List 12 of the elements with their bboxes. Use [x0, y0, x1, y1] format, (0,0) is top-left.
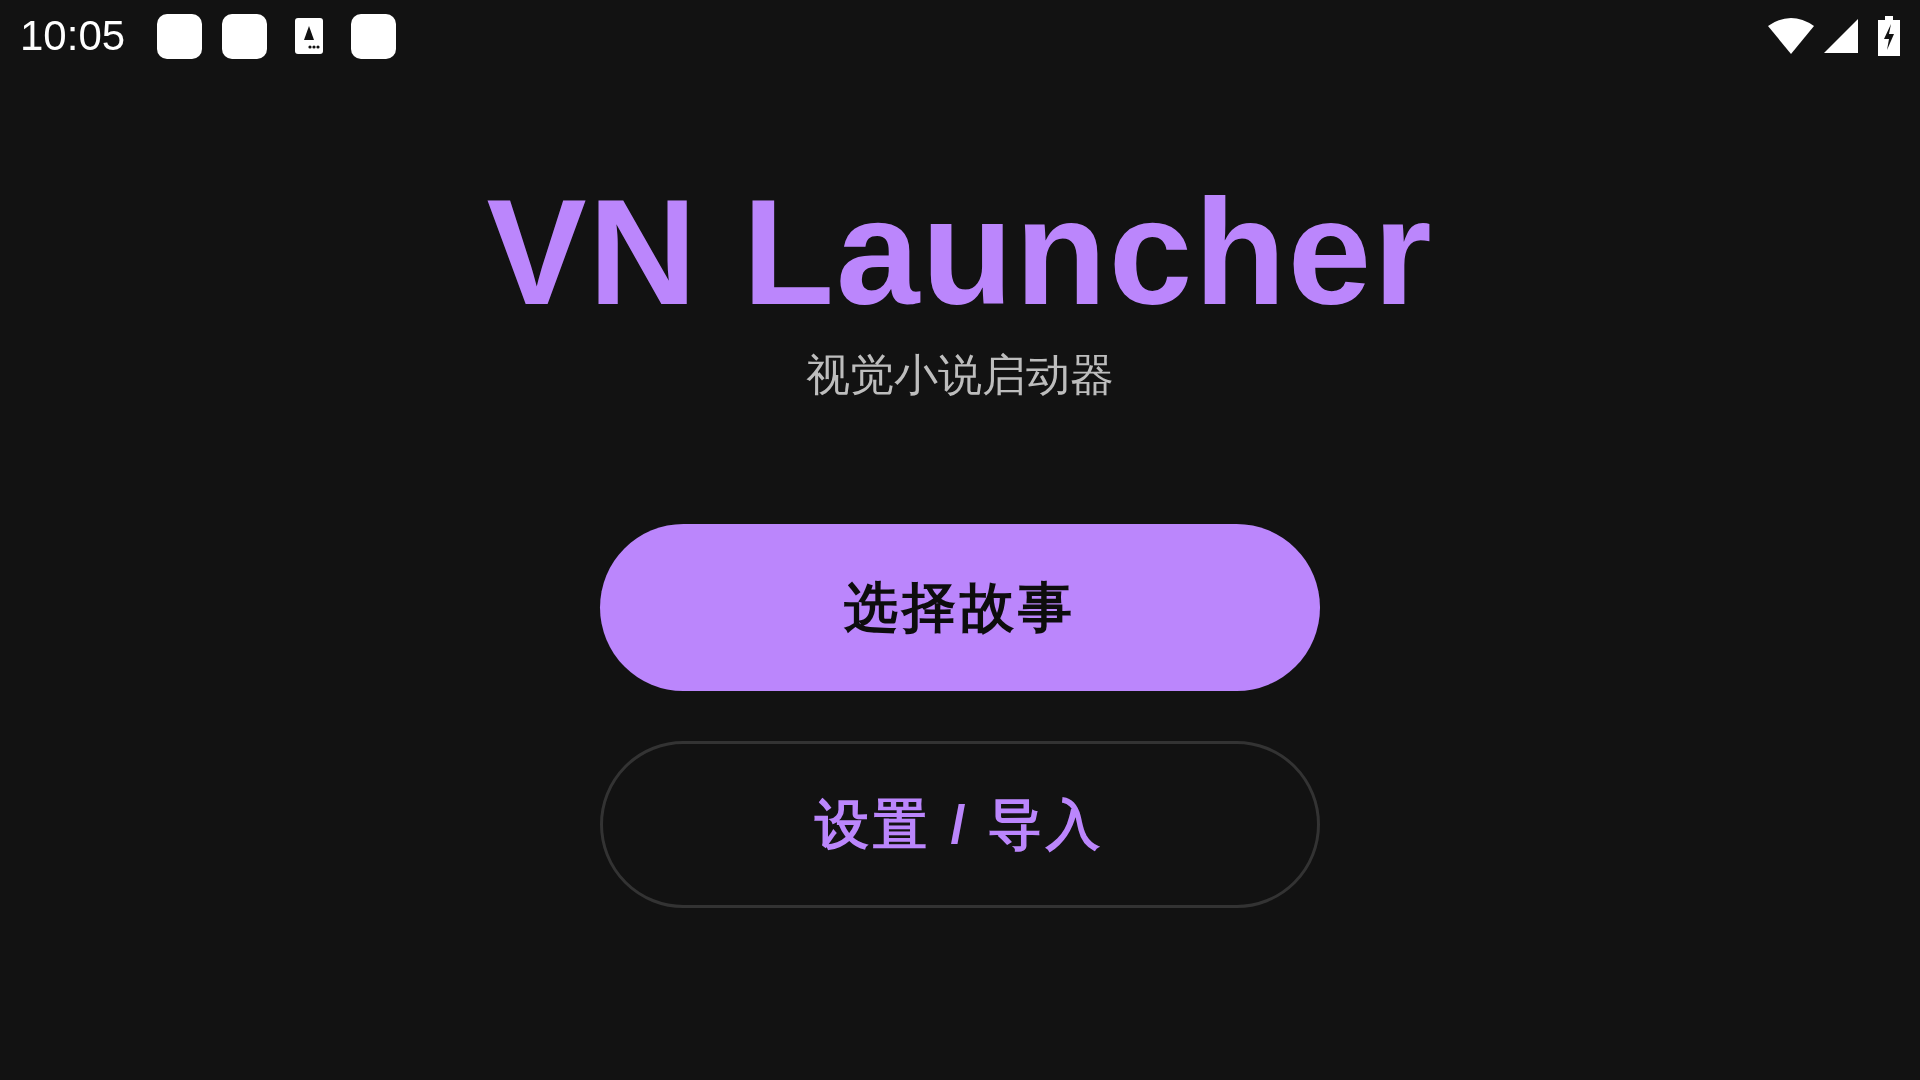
settings-button[interactable]: 设置 / 导入: [600, 741, 1320, 908]
notification-icon: [351, 13, 397, 59]
app-subtitle: 视觉小说启动器: [806, 349, 1114, 401]
app-title: VN Launcher: [486, 170, 1434, 335]
wifi-icon: [1768, 18, 1814, 54]
notification-icon: [295, 18, 324, 54]
battery-icon: [1878, 16, 1900, 56]
notification-icon: [157, 13, 203, 59]
notification-icon: [222, 13, 268, 59]
select-story-button[interactable]: 选择故事: [600, 524, 1320, 691]
signal-icon: [1824, 19, 1858, 53]
status-time: 10:05: [20, 15, 126, 57]
